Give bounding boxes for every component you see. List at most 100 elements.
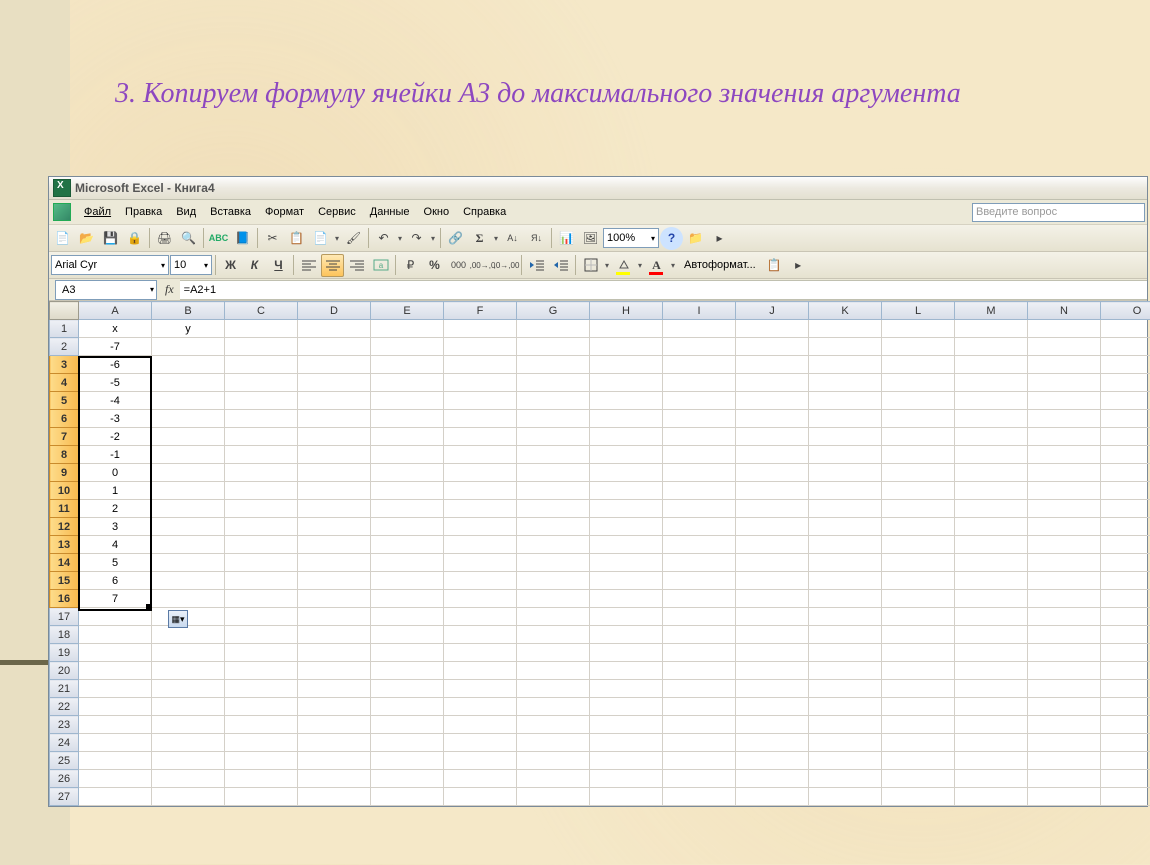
cell-J6[interactable]	[736, 410, 809, 428]
cell-I8[interactable]	[663, 446, 736, 464]
redo-button[interactable]: ↷	[405, 227, 428, 250]
decrease-decimal-button[interactable]: ,0→,00	[495, 254, 518, 277]
cell-F7[interactable]	[444, 428, 517, 446]
cell-M7[interactable]	[955, 428, 1028, 446]
cell-F9[interactable]	[444, 464, 517, 482]
cell-H11[interactable]	[590, 500, 663, 518]
cell-F19[interactable]	[444, 644, 517, 662]
cell-K5[interactable]	[809, 392, 882, 410]
cell-K8[interactable]	[809, 446, 882, 464]
cell-O20[interactable]	[1101, 662, 1150, 680]
cell-E4[interactable]	[371, 374, 444, 392]
cell-E17[interactable]	[371, 608, 444, 626]
cell-J23[interactable]	[736, 716, 809, 734]
cell-A26[interactable]	[79, 770, 152, 788]
cell-F8[interactable]	[444, 446, 517, 464]
cell-A15[interactable]: 6	[79, 572, 152, 590]
cell-K16[interactable]	[809, 590, 882, 608]
cell-B11[interactable]	[152, 500, 225, 518]
cell-G27[interactable]	[517, 788, 590, 806]
cell-D9[interactable]	[298, 464, 371, 482]
currency-button[interactable]: ₽	[399, 254, 422, 277]
zoom-select[interactable]: 100% ▾	[603, 228, 659, 248]
cell-F25[interactable]	[444, 752, 517, 770]
cell-H10[interactable]	[590, 482, 663, 500]
cell-M12[interactable]	[955, 518, 1028, 536]
row-header-4[interactable]: 4	[50, 374, 79, 392]
cell-D13[interactable]	[298, 536, 371, 554]
cell-O19[interactable]	[1101, 644, 1150, 662]
cell-K23[interactable]	[809, 716, 882, 734]
column-header-H[interactable]: H	[590, 302, 663, 320]
cell-L20[interactable]	[882, 662, 955, 680]
increase-decimal-button[interactable]: ,00→,0	[471, 254, 494, 277]
cell-C13[interactable]	[225, 536, 298, 554]
cell-O17[interactable]	[1101, 608, 1150, 626]
row-header-12[interactable]: 12	[50, 518, 79, 536]
cell-E7[interactable]	[371, 428, 444, 446]
cell-B13[interactable]	[152, 536, 225, 554]
column-header-I[interactable]: I	[663, 302, 736, 320]
cell-H24[interactable]	[590, 734, 663, 752]
cell-D17[interactable]	[298, 608, 371, 626]
cell-L16[interactable]	[882, 590, 955, 608]
cell-J11[interactable]	[736, 500, 809, 518]
cell-E16[interactable]	[371, 590, 444, 608]
cell-M23[interactable]	[955, 716, 1028, 734]
cell-J16[interactable]	[736, 590, 809, 608]
cell-H13[interactable]	[590, 536, 663, 554]
cell-I21[interactable]	[663, 680, 736, 698]
row-header-24[interactable]: 24	[50, 734, 79, 752]
cell-A24[interactable]	[79, 734, 152, 752]
chart-wizard-button[interactable]: 📊	[555, 227, 578, 250]
font-name-select[interactable]: Arial Cyr ▾	[51, 255, 169, 275]
cell-O2[interactable]	[1101, 338, 1150, 356]
cell-M8[interactable]	[955, 446, 1028, 464]
cell-J1[interactable]	[736, 320, 809, 338]
cell-C9[interactable]	[225, 464, 298, 482]
cell-E21[interactable]	[371, 680, 444, 698]
cell-B15[interactable]	[152, 572, 225, 590]
cell-H8[interactable]	[590, 446, 663, 464]
cell-C22[interactable]	[225, 698, 298, 716]
cell-N18[interactable]	[1028, 626, 1101, 644]
cell-G13[interactable]	[517, 536, 590, 554]
cell-D20[interactable]	[298, 662, 371, 680]
cell-G11[interactable]	[517, 500, 590, 518]
cell-F11[interactable]	[444, 500, 517, 518]
sort-desc-button[interactable]: Я↓	[525, 227, 548, 250]
cell-D23[interactable]	[298, 716, 371, 734]
cell-H2[interactable]	[590, 338, 663, 356]
cell-N7[interactable]	[1028, 428, 1101, 446]
cell-L8[interactable]	[882, 446, 955, 464]
cell-J24[interactable]	[736, 734, 809, 752]
cell-L22[interactable]	[882, 698, 955, 716]
cell-A22[interactable]	[79, 698, 152, 716]
cell-E6[interactable]	[371, 410, 444, 428]
cell-E11[interactable]	[371, 500, 444, 518]
name-box[interactable]: A3 ▾	[55, 280, 157, 300]
cell-B5[interactable]	[152, 392, 225, 410]
cell-B27[interactable]	[152, 788, 225, 806]
bold-button[interactable]: Ж	[219, 254, 242, 277]
cell-M17[interactable]	[955, 608, 1028, 626]
cell-B14[interactable]	[152, 554, 225, 572]
align-left-button[interactable]	[297, 254, 320, 277]
row-header-13[interactable]: 13	[50, 536, 79, 554]
cell-D21[interactable]	[298, 680, 371, 698]
cell-L7[interactable]	[882, 428, 955, 446]
cell-F15[interactable]	[444, 572, 517, 590]
cell-O13[interactable]	[1101, 536, 1150, 554]
cell-J2[interactable]	[736, 338, 809, 356]
cell-J21[interactable]	[736, 680, 809, 698]
cell-B2[interactable]	[152, 338, 225, 356]
row-header-23[interactable]: 23	[50, 716, 79, 734]
cell-G21[interactable]	[517, 680, 590, 698]
cell-G14[interactable]	[517, 554, 590, 572]
cell-J10[interactable]	[736, 482, 809, 500]
cell-K25[interactable]	[809, 752, 882, 770]
cell-J9[interactable]	[736, 464, 809, 482]
column-header-B[interactable]: B	[152, 302, 225, 320]
cell-A2[interactable]: -7	[79, 338, 152, 356]
cell-E26[interactable]	[371, 770, 444, 788]
